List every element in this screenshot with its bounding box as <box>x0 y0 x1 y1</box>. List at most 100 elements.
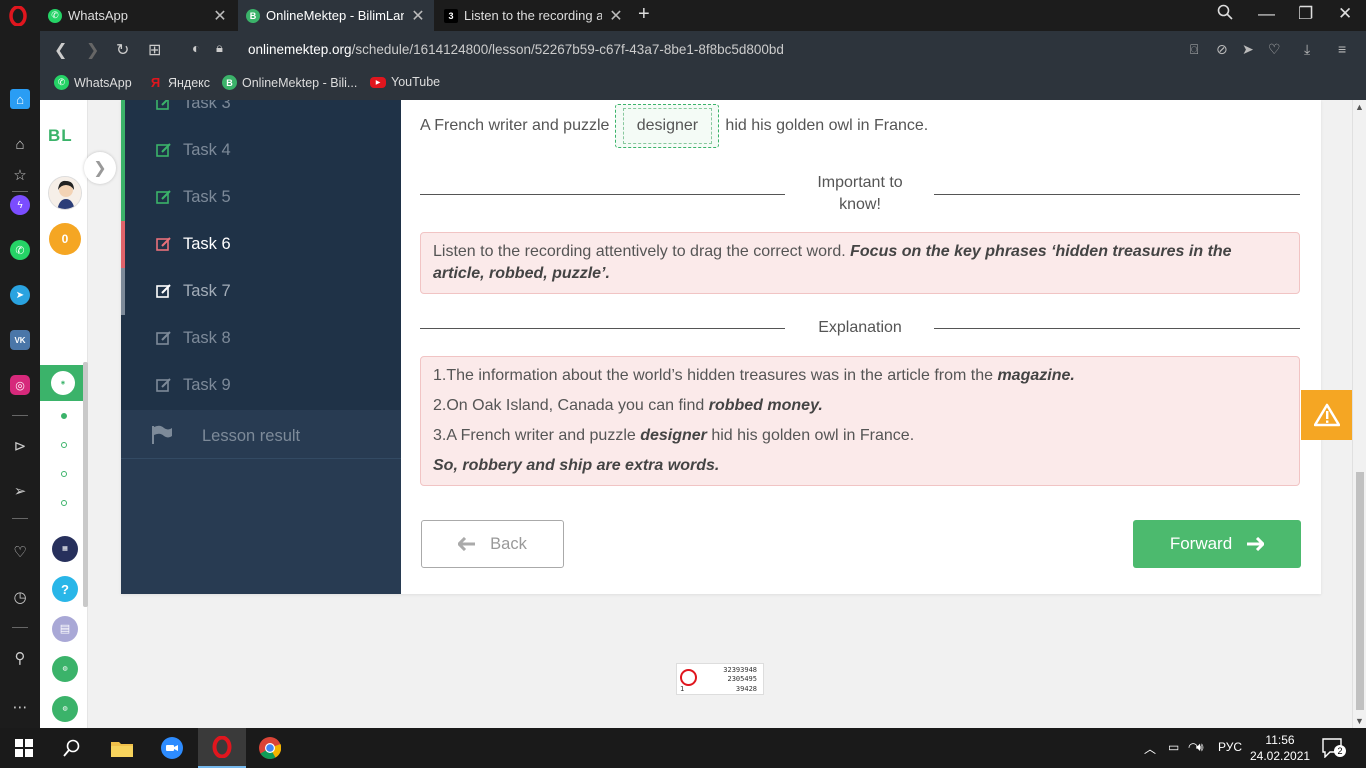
rail-item-active[interactable]: ◉ <box>40 365 83 401</box>
bookmark-youtube[interactable]: ▶ YouTube <box>370 75 440 89</box>
task-item-3[interactable]: Task 3 <box>121 100 401 127</box>
more-icon[interactable]: ⋯ <box>10 697 30 717</box>
site-rail: BL 0 ◉ ▦ ? ▤ ◍ ◍ <box>40 100 88 728</box>
instagram-icon[interactable]: ◎ <box>10 375 30 395</box>
expand-rail-chevron-icon[interactable]: ❯ <box>84 152 116 184</box>
camera-icon[interactable]: ⌼ <box>1190 41 1198 58</box>
tab-close-icon[interactable]: ✕ <box>608 6 624 26</box>
url-field[interactable]: onlinemektep.org/schedule/1614124800/les… <box>248 42 784 57</box>
speed-dial-icon[interactable]: ⊞ <box>148 40 161 60</box>
report-problem-button[interactable] <box>1301 390 1352 440</box>
close-window-icon[interactable]: ✕ <box>1338 4 1352 24</box>
menu-icon[interactable]: ≡ <box>1338 41 1346 57</box>
lesson-result-item[interactable]: Lesson result <box>121 413 401 459</box>
send-icon[interactable]: ➤ <box>1242 41 1254 58</box>
history-icon[interactable]: ◷ <box>10 587 30 607</box>
help-icon[interactable]: ? <box>52 576 78 602</box>
scroll-down-icon[interactable]: ▼ <box>1355 716 1364 726</box>
language-indicator[interactable]: РУС <box>1218 740 1242 754</box>
explanation-line: 2.On Oak Island, Canada you can find rob… <box>433 397 823 414</box>
browser-tab-bar: ✆ WhatsApp ✕ B OnlineMektep - BilimLand … <box>0 0 1366 31</box>
rail-step-dot[interactable] <box>61 413 67 419</box>
zoom-icon[interactable] <box>148 728 196 768</box>
bilimland-icon: B <box>246 8 260 23</box>
tray-expand-icon[interactable]: ︿ <box>1144 740 1156 757</box>
battery-icon[interactable]: ▭ <box>1168 740 1179 754</box>
bilimland-icon: B <box>222 75 237 90</box>
task-item-7[interactable]: Task 7 <box>121 268 401 315</box>
rail-step-dot[interactable] <box>61 500 67 506</box>
avatar[interactable] <box>48 176 82 210</box>
bookmark-whatsapp[interactable]: ✆ WhatsApp <box>54 75 132 90</box>
home-icon[interactable]: ⌂ <box>10 89 30 109</box>
task-item-6[interactable]: Task 6 <box>121 221 401 268</box>
edit-icon <box>156 331 171 345</box>
forward-nav-icon[interactable]: ❯ <box>86 40 99 60</box>
back-nav-icon[interactable]: ❮ <box>54 40 67 60</box>
rail-scrollbar[interactable] <box>83 362 88 607</box>
library-icon[interactable]: ▤ <box>52 616 78 642</box>
minimize-icon[interactable]: — <box>1258 4 1275 24</box>
smart-nation-icon[interactable]: ▦ <box>52 536 78 562</box>
lock-icon: 🔒︎ <box>216 40 223 55</box>
vpn-icon[interactable]: ◐ <box>192 40 200 56</box>
new-tab-icon[interactable]: + <box>638 3 650 26</box>
flag-icon <box>152 425 172 444</box>
adblock-icon[interactable]: ⊘ <box>1216 41 1228 58</box>
page-scrollbar[interactable]: ▲ ▼ <box>1352 100 1366 728</box>
whatsapp-icon[interactable]: ✆ <box>10 240 30 260</box>
heart-icon[interactable]: ♡ <box>10 542 30 562</box>
coins-badge[interactable]: 0 <box>49 223 81 255</box>
dragged-word[interactable]: designer <box>622 108 713 144</box>
download-icon[interactable]: ⤓ <box>1304 41 1310 58</box>
tab-close-icon[interactable]: ✕ <box>410 6 426 26</box>
reload-icon[interactable]: ↻ <box>116 40 129 60</box>
player-icon[interactable]: ⊳ <box>10 436 30 456</box>
bookmarks-star-icon[interactable]: ☆ <box>10 165 30 185</box>
bookmarks-bar: ✆ WhatsApp Я Яндекс B OnlineMektep - Bil… <box>40 69 1366 100</box>
back-button[interactable]: Back <box>421 520 564 568</box>
flow-send-icon[interactable]: ➢ <box>10 481 30 501</box>
tab-onlinemektep[interactable]: B OnlineMektep - BilimLand ✕ <box>238 0 434 31</box>
rail-step-dot[interactable] <box>61 471 67 477</box>
tab-search-icon[interactable] <box>1217 4 1233 25</box>
task-item-5[interactable]: Task 5 <box>121 174 401 221</box>
tab-listen[interactable]: 3 Listen to the recording and ✕ <box>436 0 632 31</box>
vk-icon[interactable]: VK <box>10 330 30 350</box>
visit-counter[interactable]: 32393948 2305495 39428 1 <box>676 663 764 695</box>
explanation-line: 1.The information about the world’s hidd… <box>433 367 1075 384</box>
notifications-icon[interactable]: 2 <box>1322 738 1346 759</box>
restore-icon[interactable]: ❐ <box>1298 4 1313 24</box>
opera-taskbar-icon[interactable] <box>198 728 246 768</box>
bookmark-yandex[interactable]: Я Яндекс <box>148 75 210 90</box>
bookmark-onlinemektep[interactable]: B OnlineMektep - Bili... <box>222 75 357 90</box>
search-icon[interactable] <box>48 728 96 768</box>
telegram-icon[interactable]: ➤ <box>10 285 30 305</box>
counter-logo-icon <box>680 669 697 686</box>
clock[interactable]: 11:56 24.02.2021 <box>1250 732 1310 764</box>
scroll-up-icon[interactable]: ▲ <box>1355 102 1364 112</box>
tab-whatsapp[interactable]: ✆ WhatsApp ✕ <box>40 0 236 31</box>
bilimland-logo[interactable]: BL <box>48 126 73 146</box>
heart-icon[interactable]: ♡ <box>1268 41 1281 58</box>
task-item-8[interactable]: Task 8 <box>121 315 401 362</box>
bilimland-app-icon[interactable]: ◍ <box>52 696 78 722</box>
volume-icon[interactable]: 🔊︎ <box>1196 740 1204 755</box>
windows-start-icon[interactable] <box>0 728 48 768</box>
forward-button[interactable]: Forward <box>1133 520 1301 568</box>
chrome-icon[interactable] <box>246 728 294 768</box>
online-mektep-icon: ◉ <box>51 371 75 395</box>
file-explorer-icon[interactable] <box>98 728 146 768</box>
rail-step-dot[interactable] <box>61 442 67 448</box>
bilim-central-icon[interactable]: ◍ <box>52 656 78 682</box>
drop-zone[interactable]: designer <box>615 104 720 148</box>
opera-logo-icon[interactable] <box>8 6 28 26</box>
task-item-9[interactable]: Task 9 <box>121 362 401 409</box>
messenger-icon[interactable]: ϟ <box>10 195 30 215</box>
task-item-4[interactable]: Task 4 <box>121 127 401 174</box>
scrollbar-thumb[interactable] <box>1356 472 1364 710</box>
speed-dial-icon[interactable]: ⌂ <box>10 134 30 154</box>
lightbulb-icon[interactable]: ⚲ <box>10 648 30 668</box>
page-favicon-icon: 3 <box>444 8 458 23</box>
tab-close-icon[interactable]: ✕ <box>212 6 228 26</box>
